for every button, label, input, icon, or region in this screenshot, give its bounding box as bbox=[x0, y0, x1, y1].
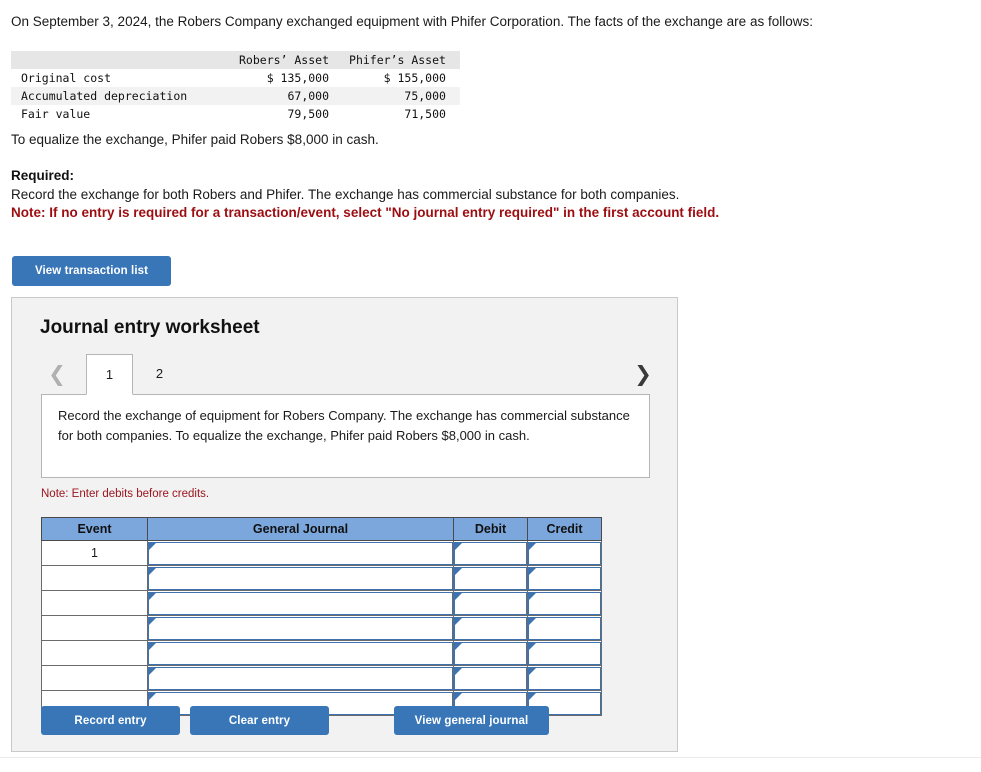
column-header-general-journal: General Journal bbox=[147, 517, 454, 541]
event-number-cell bbox=[41, 640, 148, 666]
table-row bbox=[41, 640, 602, 666]
tab-2[interactable]: 2 bbox=[136, 354, 183, 395]
account-select-4[interactable] bbox=[148, 616, 453, 640]
credit-input-2[interactable] bbox=[528, 566, 601, 590]
account-select-1[interactable] bbox=[148, 541, 453, 565]
debits-before-credits-note: Note: Enter debits before credits. bbox=[41, 488, 210, 500]
credit-input-1[interactable] bbox=[528, 541, 601, 565]
general-journal-cell[interactable] bbox=[147, 640, 454, 666]
event-number-cell bbox=[41, 590, 148, 616]
debit-input-4[interactable] bbox=[454, 616, 527, 640]
debit-cell[interactable] bbox=[453, 540, 528, 566]
debit-cell[interactable] bbox=[453, 565, 528, 591]
journal-entry-worksheet-panel: Journal entry worksheet ❮ 1 2 ❯ Record t… bbox=[11, 297, 678, 752]
general-journal-cell[interactable] bbox=[147, 590, 454, 616]
column-header-credit: Credit bbox=[527, 517, 602, 541]
debit-input-2[interactable] bbox=[454, 566, 527, 590]
credit-input-3[interactable] bbox=[528, 591, 601, 615]
intro-paragraph: On September 3, 2024, the Robers Company… bbox=[11, 14, 813, 29]
credit-input-5[interactable] bbox=[528, 641, 601, 665]
worksheet-instruction: Record the exchange of equipment for Rob… bbox=[41, 394, 650, 478]
debit-input-3[interactable] bbox=[454, 591, 527, 615]
facts-phifer-original-cost: $ 155,000 bbox=[383, 71, 446, 85]
table-row bbox=[41, 615, 602, 641]
journal-entry-table: Event General Journal Debit Credit 1 bbox=[41, 517, 602, 716]
record-entry-button[interactable]: Record entry bbox=[41, 706, 180, 735]
event-number-cell bbox=[41, 615, 148, 641]
account-select-3[interactable] bbox=[148, 591, 453, 615]
facts-robers-original-cost: $ 135,000 bbox=[266, 71, 330, 85]
debit-cell[interactable] bbox=[453, 640, 528, 666]
debit-input-5[interactable] bbox=[454, 641, 527, 665]
table-row: 1 bbox=[41, 540, 602, 566]
general-journal-cell[interactable] bbox=[147, 665, 454, 691]
facts-header-blank bbox=[11, 51, 233, 69]
column-header-debit: Debit bbox=[453, 517, 528, 541]
credit-input-6[interactable] bbox=[528, 666, 601, 690]
chevron-left-icon[interactable]: ❮ bbox=[46, 362, 68, 386]
facts-table: Robers’ Asset Phifer’s Asset Original co… bbox=[11, 51, 460, 123]
tab-1[interactable]: 1 bbox=[86, 354, 133, 395]
facts-table-head: Robers’ Asset Phifer’s Asset bbox=[11, 51, 460, 69]
facts-header-robers: Robers’ Asset bbox=[233, 51, 344, 69]
facts-label-accumulated-depreciation: Accumulated depreciation bbox=[21, 89, 188, 103]
journal-table-body: 1 bbox=[41, 540, 602, 716]
clear-entry-button[interactable]: Clear entry bbox=[190, 706, 329, 735]
bottom-cutoff-region bbox=[0, 758, 981, 772]
journal-table-head: Event General Journal Debit Credit bbox=[41, 517, 602, 541]
page-title: Journal entry worksheet bbox=[40, 317, 260, 338]
event-number-cell: 1 bbox=[41, 540, 148, 566]
debit-cell[interactable] bbox=[453, 615, 528, 641]
account-select-6[interactable] bbox=[148, 666, 453, 690]
credit-cell[interactable] bbox=[527, 565, 602, 591]
table-row bbox=[41, 665, 602, 691]
table-row: Accumulated depreciation 67,000 75,000 bbox=[11, 87, 460, 105]
facts-phifer-fair-value: 71,500 bbox=[404, 107, 446, 121]
credit-cell[interactable] bbox=[527, 640, 602, 666]
required-block: Required: Record the exchange for both R… bbox=[11, 167, 719, 223]
facts-label-original-cost: Original cost bbox=[21, 71, 112, 85]
debit-input-1[interactable] bbox=[454, 541, 527, 565]
general-journal-cell[interactable] bbox=[147, 540, 454, 566]
facts-header-row: Robers’ Asset Phifer’s Asset bbox=[11, 51, 460, 69]
table-row: Original cost $ 135,000 $ 155,000 bbox=[11, 69, 460, 87]
facts-robers-fair-value: 79,500 bbox=[287, 107, 330, 121]
facts-table-body: Original cost $ 135,000 $ 155,000 Accumu… bbox=[11, 69, 460, 123]
facts-label-fair-value: Fair value bbox=[21, 107, 91, 121]
page-root: On September 3, 2024, the Robers Company… bbox=[0, 0, 981, 772]
account-select-5[interactable] bbox=[148, 641, 453, 665]
debit-input-6[interactable] bbox=[454, 666, 527, 690]
view-general-journal-button[interactable]: View general journal bbox=[394, 706, 549, 735]
facts-header-phifer: Phifer’s Asset bbox=[343, 51, 460, 69]
debit-cell[interactable] bbox=[453, 665, 528, 691]
credit-cell[interactable] bbox=[527, 615, 602, 641]
table-row bbox=[41, 565, 602, 591]
general-journal-cell[interactable] bbox=[147, 565, 454, 591]
general-journal-cell[interactable] bbox=[147, 615, 454, 641]
journal-header-row: Event General Journal Debit Credit bbox=[41, 517, 602, 541]
event-number-cell bbox=[41, 565, 148, 591]
account-select-2[interactable] bbox=[148, 566, 453, 590]
debit-cell[interactable] bbox=[453, 590, 528, 616]
credit-cell[interactable] bbox=[527, 540, 602, 566]
facts-phifer-accumulated-depreciation: 75,000 bbox=[404, 89, 446, 103]
required-title: Required: bbox=[11, 168, 75, 183]
required-text: Record the exchange for both Robers and … bbox=[11, 186, 680, 202]
event-number-cell bbox=[41, 665, 148, 691]
chevron-right-icon[interactable]: ❯ bbox=[632, 362, 654, 386]
table-row bbox=[41, 590, 602, 616]
credit-input-4[interactable] bbox=[528, 616, 601, 640]
credit-cell[interactable] bbox=[527, 665, 602, 691]
table-row: Fair value 79,500 71,500 bbox=[11, 105, 460, 123]
worksheet-tabbar: ❮ 1 2 ❯ bbox=[12, 354, 679, 395]
facts-robers-accumulated-depreciation: 67,000 bbox=[287, 89, 330, 103]
column-header-event: Event bbox=[41, 517, 148, 541]
credit-cell[interactable] bbox=[527, 590, 602, 616]
view-transaction-list-button[interactable]: View transaction list bbox=[12, 256, 171, 286]
equalize-text: To equalize the exchange, Phifer paid Ro… bbox=[11, 132, 379, 147]
required-note: Note: If no entry is required for a tran… bbox=[11, 205, 720, 220]
